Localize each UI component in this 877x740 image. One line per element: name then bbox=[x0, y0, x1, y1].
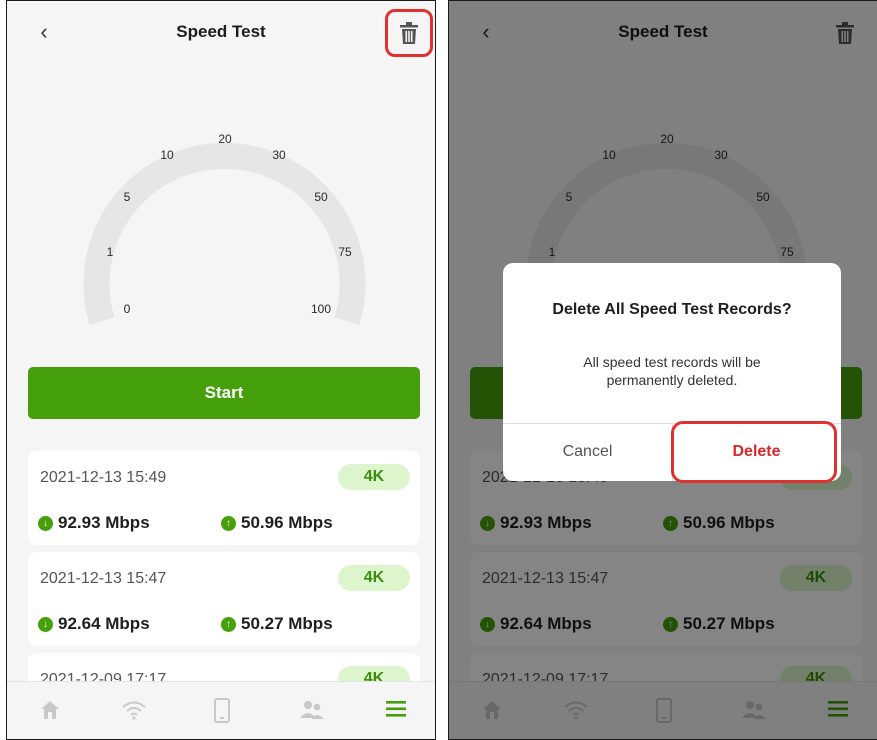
record-date: 2021-12-13 15:49 bbox=[40, 469, 167, 486]
nav-menu[interactable] bbox=[385, 698, 413, 726]
record-card[interactable]: 2021-12-13 15:49 4K ↓ 92.93 Mbps ↑ 50.96… bbox=[28, 451, 420, 545]
gauge-tick: 100 bbox=[310, 302, 332, 316]
download-value: 92.64 Mbps bbox=[58, 614, 150, 633]
gauge-tick: 5 bbox=[123, 190, 131, 204]
upload-speed: ↑ 50.96 Mbps bbox=[221, 513, 333, 533]
download-speed: ↓ 92.93 Mbps bbox=[38, 513, 150, 533]
upload-value: 50.96 Mbps bbox=[241, 513, 333, 532]
page-title: Speed Test bbox=[176, 22, 266, 41]
gauge-tick: 75 bbox=[338, 245, 352, 259]
record-date: 2021-12-09 17:17 bbox=[40, 671, 167, 681]
gauge-arc bbox=[83, 142, 366, 325]
dialog-title: Delete All Speed Test Records? bbox=[552, 301, 792, 318]
delete-button[interactable]: Delete bbox=[672, 423, 841, 481]
quality-badge: 4K bbox=[338, 464, 410, 490]
device-icon bbox=[214, 698, 230, 723]
download-speed: ↓ 92.64 Mbps bbox=[38, 614, 150, 634]
record-date: 2021-12-13 15:47 bbox=[40, 570, 167, 587]
gauge-tick: 10 bbox=[160, 148, 174, 162]
trash-icon bbox=[400, 22, 418, 44]
nav-home[interactable] bbox=[38, 698, 66, 726]
dialog-message: All speed test records will be permanent… bbox=[583, 354, 761, 388]
gauge-tick: 30 bbox=[272, 148, 286, 162]
download-icon: ↓ bbox=[38, 515, 53, 531]
record-card[interactable]: 2021-12-13 15:47 4K ↓ 92.64 Mbps ↑ 50.27… bbox=[28, 552, 420, 646]
upload-icon: ↑ bbox=[221, 515, 236, 531]
upload-speed: ↑ 50.27 Mbps bbox=[221, 614, 333, 634]
speed-test-screen-dialog: ‹ Speed Test 0 1 5 10 20 30 50 75 100 St… bbox=[448, 0, 877, 740]
quality-badge: 4K bbox=[338, 666, 410, 681]
wifi-icon bbox=[122, 701, 146, 720]
menu-icon bbox=[386, 701, 406, 717]
start-button[interactable]: Start bbox=[28, 367, 420, 419]
upload-icon: ↑ bbox=[221, 616, 236, 632]
nav-wifi[interactable] bbox=[121, 698, 149, 726]
download-icon: ↓ bbox=[38, 616, 53, 632]
users-icon bbox=[300, 701, 324, 719]
speed-test-screen: ‹ Speed Test 0 1 5 10 20 30 50 75 100 St… bbox=[6, 0, 436, 740]
cancel-button[interactable]: Cancel bbox=[503, 423, 672, 481]
upload-value: 50.27 Mbps bbox=[241, 614, 333, 633]
gauge-tick: 0 bbox=[123, 302, 131, 316]
records-list[interactable]: 2021-12-13 15:49 4K ↓ 92.93 Mbps ↑ 50.96… bbox=[28, 451, 420, 681]
record-card[interactable]: 2021-12-09 17:17 4K bbox=[28, 653, 420, 681]
bottom-nav bbox=[7, 681, 435, 739]
download-value: 92.93 Mbps bbox=[58, 513, 150, 532]
gauge-tick: 20 bbox=[218, 132, 232, 146]
header: ‹ Speed Test bbox=[7, 1, 435, 65]
delete-confirm-dialog: Delete All Speed Test Records? All speed… bbox=[503, 263, 841, 481]
quality-badge: 4K bbox=[338, 565, 410, 591]
gauge-tick: 1 bbox=[106, 245, 114, 259]
home-icon bbox=[41, 701, 59, 719]
speed-gauge: 0 1 5 10 20 30 50 75 100 bbox=[7, 81, 435, 351]
gauge-tick: 50 bbox=[314, 190, 328, 204]
nav-users[interactable] bbox=[299, 698, 327, 726]
nav-device[interactable] bbox=[212, 698, 240, 726]
delete-records-button[interactable] bbox=[385, 9, 433, 57]
